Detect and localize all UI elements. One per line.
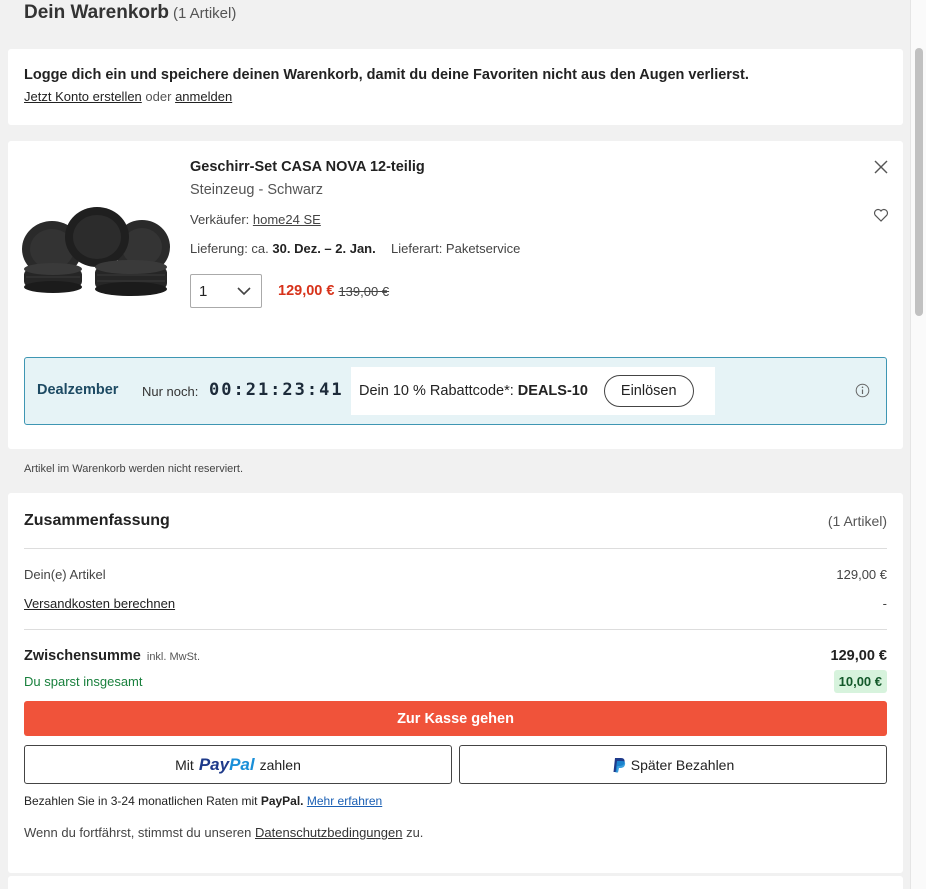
items-label: Dein(e) Artikel bbox=[24, 567, 106, 582]
savings-label: Du sparst insgesamt bbox=[24, 674, 143, 689]
redeem-button[interactable]: Einlösen bbox=[603, 375, 694, 407]
shipping-value: - bbox=[882, 596, 887, 611]
pay-later-label: Später Bezahlen bbox=[630, 756, 735, 773]
deal-countdown: 00:21:23:41 bbox=[209, 380, 344, 400]
login-message: Logge dich ein und speichere deinen Ware… bbox=[24, 67, 749, 83]
next-section-card bbox=[8, 876, 903, 889]
summary-title: Zusammenfassung bbox=[24, 511, 170, 529]
summary-header: Zusammenfassung (1 Artikel) bbox=[24, 493, 887, 549]
paypal-logo-pal: Pal bbox=[229, 754, 255, 774]
or-text: oder bbox=[145, 89, 172, 104]
page-scrollbar[interactable] bbox=[910, 0, 926, 889]
payment-buttons: Mit PayPal zahlen Später Bezahlen bbox=[24, 745, 887, 784]
summary-count: (1 Artikel) bbox=[827, 512, 887, 529]
heart-icon[interactable] bbox=[873, 207, 889, 223]
quantity-value: 1 bbox=[199, 282, 208, 300]
deal-code: DEALS-10 bbox=[517, 383, 588, 399]
cart-count: (1 Artikel) bbox=[173, 5, 237, 22]
login-prompt-card: Logge dich ein und speichere deinen Ware… bbox=[8, 49, 903, 125]
deal-code-label: Dein 10 % Rabattcode*: bbox=[359, 383, 514, 399]
items-value: 129,00 € bbox=[836, 567, 887, 582]
deal-remaining-label: Nur noch: bbox=[142, 384, 199, 399]
installments-info: Bezahlen Sie in 3-24 monatlichen Raten m… bbox=[24, 794, 887, 808]
page-title: Dein Warenkorb (1 Artikel) bbox=[24, 2, 236, 24]
items-row: Dein(e) Artikel 129,00 € bbox=[24, 567, 887, 582]
seller-label: Verkäufer: bbox=[190, 212, 250, 227]
seller-link[interactable]: home24 SE bbox=[253, 212, 321, 227]
deal-banner: Dealzember Nur noch: 00:21:23:41 Dein 10… bbox=[24, 357, 887, 425]
privacy-notice: Wenn du fortfährst, stimmst du unseren D… bbox=[24, 825, 887, 840]
paypal-logo-pay: Pay bbox=[198, 754, 230, 774]
quantity-select[interactable]: 1 bbox=[190, 274, 262, 308]
subtotal-label-text: Zwischensumme bbox=[24, 648, 141, 664]
paypal-prefix: Mit bbox=[175, 756, 194, 773]
paypal-suffix: zahlen bbox=[259, 756, 301, 773]
product-subtitle: Steinzeug - Schwarz bbox=[190, 182, 323, 198]
savings-row: Du sparst insgesamt 10,00 € bbox=[24, 670, 887, 693]
paypal-button[interactable]: Mit PayPal zahlen bbox=[24, 745, 452, 784]
paypal-logo: PayPal bbox=[199, 755, 255, 775]
delivery-info: Lieferung: ca. 30. Dez. – 2. Jan. Liefer… bbox=[190, 241, 520, 256]
shipping-method: Lieferart: Paketservice bbox=[391, 241, 521, 256]
current-price: 129,00 € bbox=[278, 283, 335, 299]
scrollbar-thumb[interactable] bbox=[915, 48, 923, 316]
savings-badge: 10,00 € bbox=[833, 670, 887, 693]
privacy-suffix: zu. bbox=[406, 825, 424, 840]
reservation-note: Artikel im Warenkorb werden nicht reserv… bbox=[24, 463, 244, 475]
product-image[interactable] bbox=[22, 207, 172, 299]
product-info: Geschirr-Set CASA NOVA 12-teilig Steinze… bbox=[190, 159, 520, 308]
product-seller: Verkäufer: home24 SE bbox=[190, 212, 520, 227]
shipping-row: Versandkosten berechnen - bbox=[24, 596, 887, 630]
close-icon[interactable] bbox=[873, 159, 889, 175]
installments-text: Bezahlen Sie in 3-24 monatlichen Raten m… bbox=[24, 794, 258, 808]
pay-later-button[interactable]: Später Bezahlen bbox=[459, 745, 887, 784]
learn-more-link[interactable]: Mehr erfahren bbox=[307, 794, 382, 808]
deal-code-box: Dein 10 % Rabattcode*: DEALS-10 Einlösen bbox=[351, 367, 715, 415]
login-link[interactable]: anmelden bbox=[175, 89, 232, 104]
subtotal-row: Zwischensumme inkl. MwSt. 129,00 € bbox=[24, 648, 887, 664]
deal-title: Dealzember bbox=[37, 382, 119, 398]
cart-title: Dein Warenkorb bbox=[24, 2, 169, 23]
summary-card: Zusammenfassung (1 Artikel) Dein(e) Arti… bbox=[8, 493, 903, 873]
product-card: Geschirr-Set CASA NOVA 12-teilig Steinze… bbox=[8, 141, 903, 449]
quantity-price-row: 1 129,00 € 139,00 € bbox=[190, 274, 520, 308]
old-price: 139,00 € bbox=[338, 283, 390, 299]
chevron-down-icon bbox=[237, 286, 251, 295]
checkout-button[interactable]: Zur Kasse gehen bbox=[24, 701, 887, 736]
create-account-link[interactable]: Jetzt Konto erstellen bbox=[24, 89, 142, 104]
paypal-icon bbox=[613, 757, 625, 772]
privacy-link[interactable]: Datenschutzbedingungen bbox=[255, 825, 402, 840]
privacy-prefix: Wenn du fortfährst, stimmst du unseren bbox=[24, 825, 252, 840]
installments-brand: PayPal. bbox=[260, 794, 304, 808]
subtotal-label: Zwischensumme inkl. MwSt. bbox=[24, 648, 200, 664]
delivery-label: Lieferung: ca. bbox=[190, 241, 269, 256]
login-links: Jetzt Konto erstellen oder anmelden bbox=[24, 89, 887, 104]
deal-code-text: Dein 10 % Rabattcode*: DEALS-10 bbox=[359, 383, 588, 399]
shipping-calc-link[interactable]: Versandkosten berechnen bbox=[24, 596, 175, 611]
info-icon[interactable] bbox=[855, 383, 870, 398]
product-title[interactable]: Geschirr-Set CASA NOVA 12-teilig bbox=[190, 159, 520, 175]
vat-note: inkl. MwSt. bbox=[146, 651, 201, 663]
subtotal-value: 129,00 € bbox=[830, 648, 887, 664]
delivery-dates: 30. Dez. – 2. Jan. bbox=[272, 241, 376, 256]
